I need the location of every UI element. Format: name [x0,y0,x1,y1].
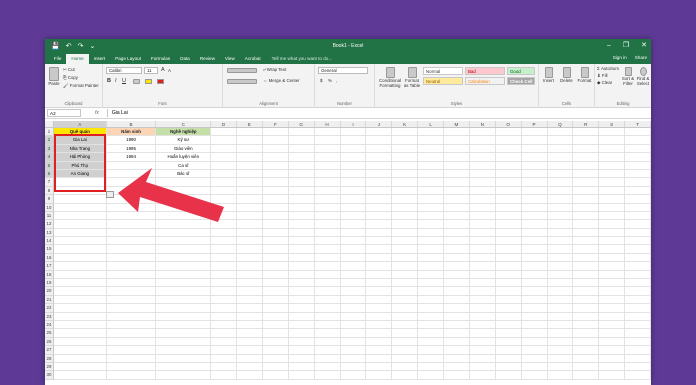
pointer-arrow [118,168,224,222]
red-arrow-icon [118,168,224,222]
